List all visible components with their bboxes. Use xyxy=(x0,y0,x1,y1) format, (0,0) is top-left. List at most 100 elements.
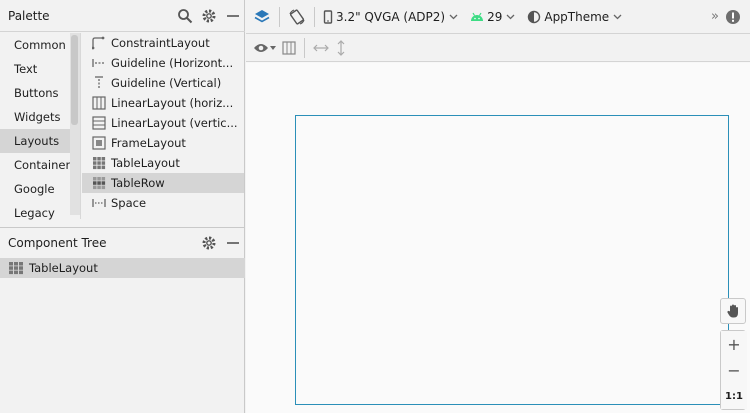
palette-item-label: Space xyxy=(111,196,147,210)
orientation-button[interactable] xyxy=(285,4,309,30)
device-label: 3.2" QVGA (ADP2) xyxy=(336,9,446,24)
palette-item-linearlayout-horizontal[interactable]: LinearLayout (horiz... xyxy=(82,93,244,113)
palette-item-guideline-horizontal[interactable]: Guideline (Horizont... xyxy=(82,53,244,73)
design-surface-button[interactable] xyxy=(250,4,274,30)
device-selector[interactable]: 3.2" QVGA (ADP2) xyxy=(320,4,461,30)
palette-item-framelayout[interactable]: FrameLayout xyxy=(82,133,244,153)
left-panel: Palette Common Text Buttons Widgets Layo… xyxy=(0,0,245,413)
zoom-stack: + − 1:1 xyxy=(720,330,747,410)
palette-title: Palette xyxy=(8,8,50,23)
category-containers[interactable]: Containers xyxy=(0,153,80,177)
category-legacy[interactable]: Legacy xyxy=(0,201,80,225)
palette-item-label: Guideline (Vertical) xyxy=(111,76,222,90)
hand-icon xyxy=(727,304,738,318)
blueprint-toggle[interactable] xyxy=(279,35,299,61)
view-options-button[interactable] xyxy=(250,35,279,61)
palette-item-constraintlayout[interactable]: ConstraintLayout xyxy=(82,33,244,53)
rotate-orientation-icon xyxy=(289,8,305,25)
category-common[interactable]: Common xyxy=(0,33,80,57)
categories-scrollbar[interactable] xyxy=(70,33,80,215)
blueprint-icon xyxy=(282,40,296,55)
linear-layout-horizontal-icon xyxy=(92,96,106,110)
arrows-horizontal-icon xyxy=(313,44,329,51)
view-options-toolbar xyxy=(246,34,750,62)
palette-item-label: TableLayout xyxy=(111,156,180,170)
device-screen-preview[interactable] xyxy=(295,115,729,405)
android-icon xyxy=(471,12,484,21)
minimize-icon[interactable] xyxy=(221,4,245,28)
guideline-vertical-icon xyxy=(95,76,103,89)
palette-categories: Common Text Buttons Widgets Layouts Cont… xyxy=(0,33,81,220)
palette-item-tablerow[interactable]: TableRow xyxy=(82,173,244,193)
component-tree-title: Component Tree xyxy=(8,236,107,250)
palette-item-tablelayout[interactable]: TableLayout xyxy=(82,153,244,173)
pan-button[interactable] xyxy=(720,298,746,324)
actual-size-button[interactable]: 1:1 xyxy=(721,383,747,409)
palette-header: Palette xyxy=(0,0,245,32)
zoom-in-button[interactable]: + xyxy=(721,331,747,357)
category-text[interactable]: Text xyxy=(0,57,80,81)
warning-button[interactable] xyxy=(722,4,744,30)
table-row-icon xyxy=(93,177,106,190)
chevron-down-icon xyxy=(506,14,515,19)
palette-item-label: Guideline (Horizont... xyxy=(111,56,234,70)
category-google[interactable]: Google xyxy=(0,177,80,201)
overflow-icon: » xyxy=(711,9,719,24)
tree-row-label: TableLayout xyxy=(29,261,98,275)
constraint-layout-icon xyxy=(92,36,105,50)
zoom-out-button[interactable]: − xyxy=(721,357,747,383)
toolbar-separator xyxy=(314,6,315,27)
palette-items: ConstraintLayout Guideline (Horizont... … xyxy=(82,33,244,219)
palette-item-label: ConstraintLayout xyxy=(111,36,210,50)
design-canvas[interactable]: + − 1:1 xyxy=(246,63,750,413)
palette-item-label: FrameLayout xyxy=(111,136,186,150)
chevron-down-icon xyxy=(449,14,458,19)
actual-size-label: 1:1 xyxy=(725,390,743,402)
minus-icon: − xyxy=(727,360,741,380)
palette-item-label: TableRow xyxy=(111,176,165,190)
layers-icon xyxy=(254,9,270,22)
table-layout-icon xyxy=(93,157,106,170)
plus-icon: + xyxy=(727,334,741,354)
main-toolbar: 3.2" QVGA (ADP2) 29 AppTheme » xyxy=(246,0,750,34)
api-level-label: 29 xyxy=(487,9,503,24)
space-icon xyxy=(92,199,106,207)
palette-item-space[interactable]: Space xyxy=(82,193,244,213)
overflow-button[interactable]: » xyxy=(708,4,722,30)
arrows-vertical-icon xyxy=(337,39,345,56)
tree-row-tablelayout[interactable]: TableLayout xyxy=(0,258,245,278)
palette-item-guideline-vertical[interactable]: Guideline (Vertical) xyxy=(82,73,244,93)
frame-layout-icon xyxy=(92,136,106,150)
table-layout-icon xyxy=(9,262,23,275)
category-buttons[interactable]: Buttons xyxy=(0,81,80,105)
palette-item-linearlayout-vertical[interactable]: LinearLayout (vertic... xyxy=(82,113,244,133)
theme-icon xyxy=(528,10,541,23)
toolbar-separator xyxy=(304,37,305,58)
expand-vertical-button[interactable] xyxy=(332,35,350,61)
chevron-down-icon xyxy=(270,45,276,50)
minimize-icon[interactable] xyxy=(221,231,245,255)
palette-body: Common Text Buttons Widgets Layouts Cont… xyxy=(0,33,245,220)
theme-selector[interactable]: AppTheme xyxy=(524,4,625,30)
gear-icon[interactable] xyxy=(197,231,221,255)
category-layouts[interactable]: Layouts xyxy=(0,129,80,153)
api-level-selector[interactable]: 29 xyxy=(467,4,518,30)
theme-label: AppTheme xyxy=(544,9,610,24)
linear-layout-vertical-icon xyxy=(92,116,106,130)
component-tree-header: Component Tree xyxy=(0,227,245,259)
phone-icon xyxy=(323,9,333,24)
design-editor: 3.2" QVGA (ADP2) 29 AppTheme » + − 1:1 xyxy=(246,0,750,413)
toolbar-separator xyxy=(279,6,280,27)
scrollbar-thumb[interactable] xyxy=(71,35,78,125)
category-widgets[interactable]: Widgets xyxy=(0,105,80,129)
search-icon[interactable] xyxy=(173,4,197,28)
palette-item-label: LinearLayout (vertic... xyxy=(111,116,238,130)
eye-icon xyxy=(254,43,268,52)
component-tree-body: TableLayout xyxy=(0,258,245,278)
zoom-controls: + − 1:1 xyxy=(720,298,747,410)
guideline-horizontal-icon xyxy=(92,59,105,67)
gear-icon[interactable] xyxy=(197,4,221,28)
expand-horizontal-button[interactable] xyxy=(310,35,332,61)
palette-item-label: LinearLayout (horiz... xyxy=(111,96,234,110)
warning-icon xyxy=(726,9,740,24)
